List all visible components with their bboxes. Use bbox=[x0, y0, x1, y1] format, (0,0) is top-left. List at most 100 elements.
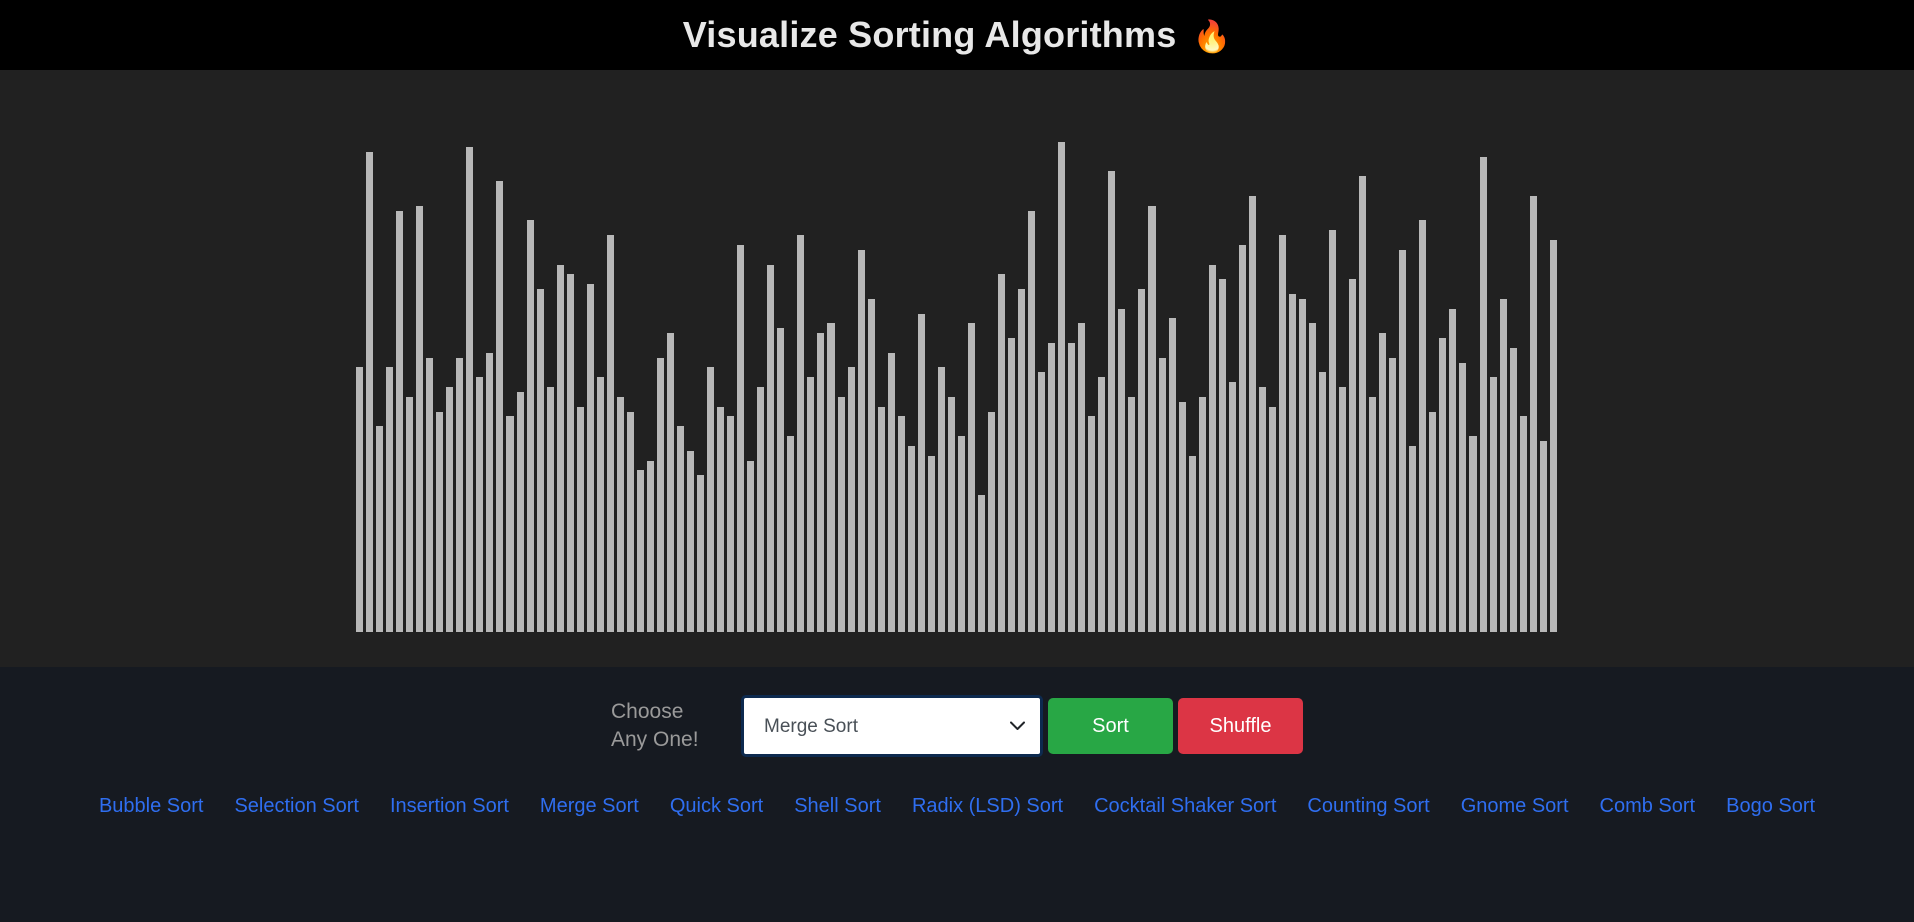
sorting-bar bbox=[887, 352, 898, 632]
sorting-bar bbox=[998, 274, 1009, 632]
sorting-bar bbox=[1008, 338, 1019, 632]
sorting-bar bbox=[646, 460, 657, 632]
sorting-bar bbox=[1028, 210, 1039, 632]
sorting-bar bbox=[1238, 244, 1249, 632]
sorting-bar bbox=[566, 274, 577, 632]
sorting-bar bbox=[1038, 372, 1049, 632]
algorithm-select[interactable]: Bubble SortSelection SortInsertion SortM… bbox=[741, 695, 1043, 757]
page-title: Visualize Sorting Algorithms 🔥 bbox=[683, 17, 1232, 53]
sorting-bar bbox=[1319, 372, 1330, 632]
sorting-bar bbox=[1429, 411, 1440, 632]
sorting-bar bbox=[516, 391, 527, 632]
sorting-bar bbox=[1288, 293, 1299, 632]
shuffle-button[interactable]: Shuffle bbox=[1178, 698, 1303, 754]
sorting-bar bbox=[787, 436, 798, 632]
sorting-bar bbox=[406, 396, 417, 632]
sorting-bar bbox=[1148, 205, 1159, 632]
fire-emoji-icon: 🔥 bbox=[1192, 18, 1232, 54]
sorting-bar bbox=[1479, 156, 1490, 632]
sorting-bar bbox=[606, 235, 617, 632]
sorting-bar bbox=[707, 367, 718, 632]
algorithm-link-bubble-sort[interactable]: Bubble Sort bbox=[99, 795, 204, 818]
sorting-bar bbox=[1449, 308, 1460, 632]
sorting-bar bbox=[1329, 230, 1340, 632]
app-header: Visualize Sorting Algorithms 🔥 bbox=[0, 0, 1914, 70]
sorting-bar bbox=[1228, 382, 1239, 632]
sorting-bar bbox=[837, 396, 848, 632]
sorting-bars-container bbox=[356, 142, 1557, 632]
sorting-bar bbox=[767, 264, 778, 632]
sorting-bar bbox=[1098, 377, 1109, 632]
sorting-bar bbox=[1058, 142, 1069, 632]
sorting-bar bbox=[1208, 264, 1219, 632]
sorting-bar bbox=[1078, 323, 1089, 632]
sorting-bar bbox=[1489, 377, 1500, 632]
algorithm-link-selection-sort[interactable]: Selection Sort bbox=[234, 795, 359, 818]
sorting-bar bbox=[576, 406, 587, 632]
sorting-bar bbox=[1218, 279, 1229, 632]
sorting-bar bbox=[1359, 176, 1370, 632]
sorting-bar bbox=[416, 205, 427, 632]
sorting-bar bbox=[1048, 342, 1059, 632]
algorithm-link-gnome-sort[interactable]: Gnome Sort bbox=[1461, 795, 1569, 818]
sorting-bar bbox=[1258, 387, 1269, 632]
sorting-bar bbox=[817, 333, 828, 632]
sorting-bar bbox=[1168, 318, 1179, 632]
algorithm-link-bogo-sort[interactable]: Bogo Sort bbox=[1726, 795, 1815, 818]
sorting-bar bbox=[1439, 338, 1450, 632]
sorting-bar bbox=[1539, 440, 1550, 632]
sorting-bar bbox=[907, 445, 918, 632]
visualizer-section bbox=[0, 70, 1914, 667]
sorting-bar bbox=[897, 416, 908, 632]
sorting-bar bbox=[717, 406, 728, 632]
sorting-bar bbox=[636, 470, 647, 632]
sorting-bar bbox=[506, 416, 517, 632]
sorting-bar bbox=[1399, 249, 1410, 632]
sorting-bar bbox=[376, 426, 387, 632]
sorting-bar bbox=[1519, 416, 1530, 632]
algorithm-link-radix-lsd-sort[interactable]: Radix (LSD) Sort bbox=[912, 795, 1063, 818]
algorithm-link-comb-sort[interactable]: Comb Sort bbox=[1600, 795, 1696, 818]
sorting-bar bbox=[987, 411, 998, 632]
page-title-text: Visualize Sorting Algorithms bbox=[682, 14, 1177, 55]
sorting-bar bbox=[757, 387, 768, 632]
sorting-bar bbox=[1088, 416, 1099, 632]
sorting-bar bbox=[1379, 333, 1390, 632]
sorting-bar bbox=[356, 367, 367, 632]
sorting-bar bbox=[687, 450, 698, 632]
sorting-bar bbox=[1068, 342, 1079, 632]
sorting-bar bbox=[1549, 240, 1557, 632]
sorting-bar bbox=[436, 411, 447, 632]
sorting-bar bbox=[1459, 362, 1470, 632]
sorting-bar bbox=[1018, 289, 1029, 632]
controls-section: Choose Any One! Bubble Sort Selection Sor… bbox=[0, 667, 1914, 922]
sorting-bar bbox=[1409, 445, 1420, 632]
sorting-bar bbox=[396, 210, 407, 632]
sorting-bar bbox=[1118, 308, 1129, 632]
sorting-bar bbox=[827, 323, 838, 632]
algorithm-link-shell-sort[interactable]: Shell Sort bbox=[794, 795, 881, 818]
sorting-bar bbox=[1419, 220, 1430, 632]
sorting-bar bbox=[747, 460, 758, 632]
sorting-bar bbox=[1198, 396, 1209, 632]
sorting-bar bbox=[456, 357, 467, 632]
algorithm-link-quick-sort[interactable]: Quick Sort bbox=[670, 795, 763, 818]
sorting-bar bbox=[546, 387, 557, 632]
sorting-bar bbox=[937, 367, 948, 632]
algorithm-link-counting-sort[interactable]: Counting Sort bbox=[1307, 795, 1429, 818]
sorting-bar bbox=[1298, 298, 1309, 632]
control-bar: Choose Any One! Bubble SortSelection Sor… bbox=[0, 667, 1914, 757]
sorting-bar bbox=[1339, 387, 1350, 632]
sorting-bar bbox=[877, 406, 888, 632]
algorithm-link-merge-sort[interactable]: Merge Sort bbox=[540, 795, 639, 818]
sorting-bar bbox=[847, 367, 858, 632]
sorting-bar bbox=[867, 298, 878, 632]
sorting-bar bbox=[1108, 171, 1119, 632]
algorithm-link-cocktail-shaker-sort[interactable]: Cocktail Shaker Sort bbox=[1094, 795, 1276, 818]
sorting-bar bbox=[927, 455, 938, 632]
sorting-bar bbox=[426, 357, 437, 632]
sorting-bar bbox=[1469, 436, 1480, 632]
sort-button[interactable]: Sort bbox=[1048, 698, 1173, 754]
algorithm-link-insertion-sort[interactable]: Insertion Sort bbox=[390, 795, 509, 818]
sorting-bar bbox=[626, 411, 637, 632]
